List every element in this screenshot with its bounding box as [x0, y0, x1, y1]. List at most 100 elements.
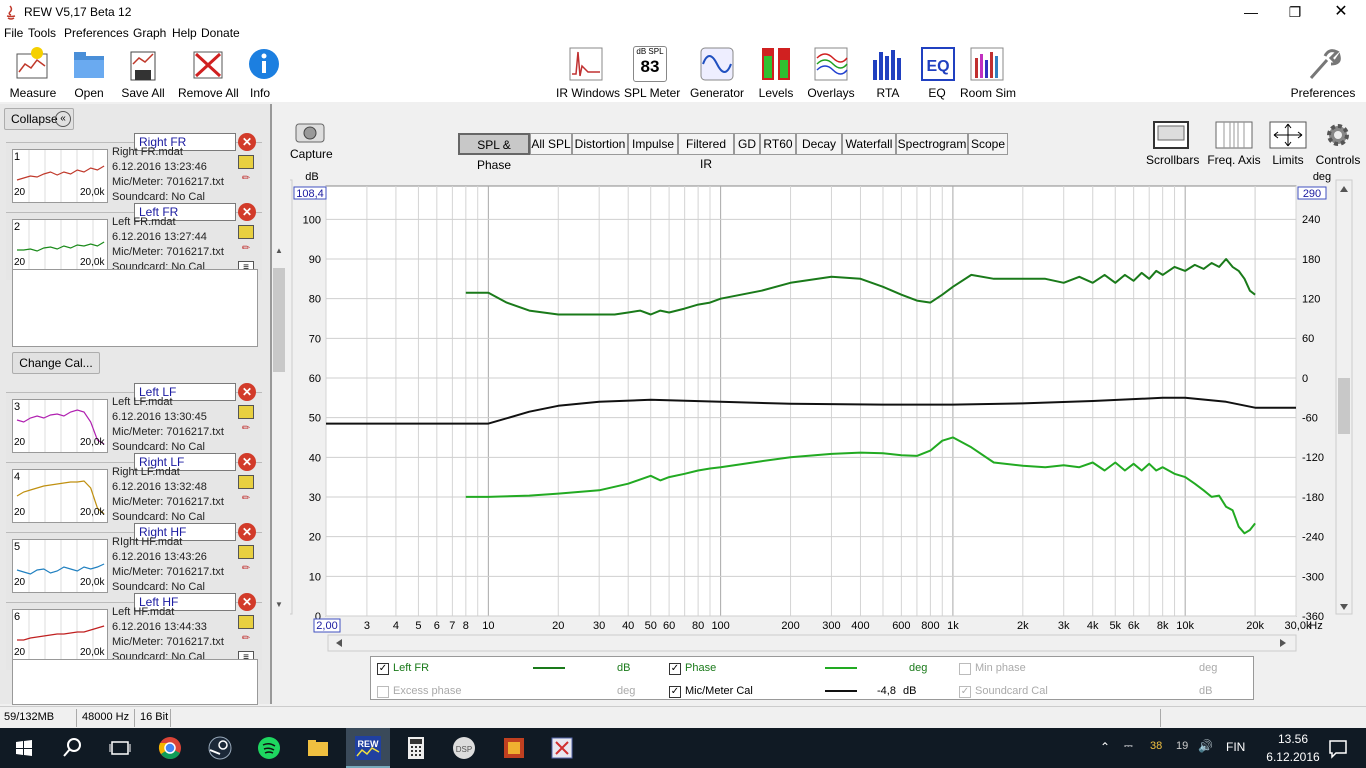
legend-checkbox[interactable]: ✓ — [669, 663, 681, 675]
restore-button[interactable]: ❐ — [1272, 0, 1318, 24]
levels-button[interactable]: Levels — [756, 46, 796, 100]
tray-temp-badge[interactable]: 38 — [1150, 740, 1162, 752]
limits-button[interactable]: Limits — [1266, 120, 1310, 167]
measurement-card[interactable]: 1 20 20,0k Right FR ✕ Right FR.mdat 6.12.2016 … — [6, 133, 262, 210]
tab-spl-phase[interactable]: SPL & Phase — [458, 133, 530, 172]
trace-color-icon[interactable]: ✏ — [238, 493, 254, 507]
notes-area-2[interactable] — [12, 659, 258, 705]
tab-gd[interactable]: GD — [734, 133, 760, 155]
spl-meter-button[interactable]: dB SPL 83 SPL Meter — [624, 46, 680, 100]
graph-canvas[interactable]: 1009080706050403020100240180120600-60-12… — [290, 168, 1366, 658]
tab-scope[interactable]: Scope — [968, 133, 1008, 155]
remove-measurement-icon[interactable]: ✕ — [238, 133, 256, 151]
graph-left-scrollbar[interactable] — [290, 179, 293, 615]
trace-color-icon[interactable]: ✏ — [238, 173, 254, 187]
task-view-icon[interactable] — [106, 734, 134, 762]
remove-measurement-icon[interactable]: ✕ — [238, 383, 256, 401]
legend-checkbox[interactable]: ✓ — [377, 663, 389, 675]
dsp-app-icon[interactable]: DSP — [450, 734, 478, 762]
measurement-card[interactable]: 4 20 20,0k Right LF ✕ Right LF.mdat 6.12.2016 … — [6, 453, 262, 530]
image-app-icon[interactable] — [500, 734, 528, 762]
scrollbars-button[interactable]: Scrollbars — [1146, 120, 1199, 167]
info-button[interactable]: Info — [246, 46, 279, 100]
graph-vertical-scroll-thumb[interactable] — [1338, 378, 1350, 434]
lock-icon[interactable] — [238, 155, 254, 169]
remove-all-button[interactable]: Remove All — [178, 46, 239, 100]
trace-color-icon[interactable]: ✏ — [238, 423, 254, 437]
sidebar-scroll-up-icon[interactable]: ▲ — [273, 246, 285, 258]
menu-tools[interactable]: Tools — [28, 26, 56, 40]
tab-distortion[interactable]: Distortion — [572, 133, 628, 155]
tab-impulse[interactable]: Impulse — [628, 133, 678, 155]
rta-button[interactable]: RTA — [870, 46, 906, 100]
lock-icon[interactable] — [238, 475, 254, 489]
legend-checkbox[interactable]: ✓ — [959, 686, 971, 698]
plot-area[interactable] — [325, 185, 1297, 617]
minimize-button[interactable]: — — [1228, 0, 1274, 24]
search-icon[interactable] — [58, 734, 86, 762]
chrome-icon[interactable] — [156, 734, 184, 762]
menu-graph[interactable]: Graph — [133, 26, 166, 40]
lock-icon[interactable] — [238, 225, 254, 239]
room-sim-button[interactable]: Room Sim — [960, 46, 1016, 100]
remove-measurement-icon[interactable]: ✕ — [238, 203, 256, 221]
clock-time[interactable]: 13.56 — [1268, 732, 1318, 746]
calculator-icon[interactable] — [402, 734, 430, 762]
tab-all-spl[interactable]: All SPL — [530, 133, 572, 155]
menu-help[interactable]: Help — [172, 26, 197, 40]
clock-date[interactable]: 6.12.2016 — [1258, 750, 1328, 764]
change-cal-button[interactable]: Change Cal... — [12, 352, 100, 374]
legend-checkbox[interactable]: ✓ — [669, 686, 681, 698]
collapse-button[interactable]: Collapse « — [4, 108, 74, 130]
lock-icon[interactable] — [238, 545, 254, 559]
legend-checkbox[interactable] — [959, 663, 971, 675]
notes-area[interactable] — [12, 269, 258, 347]
tray-chevron-icon[interactable]: ⌃ — [1100, 740, 1110, 754]
network-icon[interactable]: ⎓ — [1124, 740, 1133, 753]
tray-number-badge[interactable]: 19 — [1176, 740, 1188, 752]
preferences-button[interactable]: Preferences — [1290, 46, 1356, 100]
spotify-icon[interactable] — [255, 734, 283, 762]
tab-decay[interactable]: Decay — [796, 133, 842, 155]
volume-icon[interactable]: 🔊 — [1198, 739, 1213, 753]
freq-axis-button[interactable]: Freq. Axis — [1204, 120, 1264, 167]
remove-measurement-icon[interactable]: ✕ — [238, 593, 256, 611]
rew-taskbar-item[interactable]: REW — [346, 728, 390, 768]
close-button[interactable]: ✕ — [1318, 0, 1364, 24]
sidebar-scroll-thumb[interactable] — [273, 268, 285, 372]
graph-horizontal-scrollbar[interactable] — [327, 634, 1297, 652]
tab-waterfall[interactable]: Waterfall — [842, 133, 896, 155]
steam-icon[interactable] — [206, 734, 234, 762]
measure-button[interactable]: Measure — [8, 46, 58, 100]
measurement-card[interactable]: 3 20 20,0k Left LF ✕ Left LF.mdat 6.12.2016 13… — [6, 383, 262, 460]
snipping-tool-icon[interactable] — [548, 734, 576, 762]
menu-preferences[interactable]: Preferences — [64, 26, 129, 40]
measurement-card[interactable]: 5 20 20,0k Right HF ✕ RIght HF.mdat 6.12.2016 … — [6, 523, 262, 600]
remove-measurement-icon[interactable]: ✕ — [238, 523, 256, 541]
sidebar-scroll-down-icon[interactable]: ▼ — [273, 600, 285, 612]
eq-button[interactable]: EQ EQ — [920, 46, 955, 100]
language-indicator[interactable]: FIN — [1226, 740, 1245, 754]
save-all-button[interactable]: Save All — [120, 46, 166, 100]
menu-donate[interactable]: Donate — [201, 26, 240, 40]
open-button[interactable]: Open — [68, 46, 110, 100]
capture-button[interactable]: Capture — [290, 120, 333, 161]
trace-color-icon[interactable]: ✏ — [238, 563, 254, 577]
windows-start-icon[interactable] — [10, 734, 38, 762]
tab-spectrogram[interactable]: Spectrogram — [896, 133, 968, 155]
trace-color-icon[interactable]: ✏ — [238, 243, 254, 257]
ir-windows-button[interactable]: IR Windows — [556, 46, 620, 100]
controls-button[interactable]: Controls — [1314, 120, 1362, 167]
legend-checkbox[interactable] — [377, 686, 389, 698]
overlays-button[interactable]: Overlays — [806, 46, 856, 100]
tab-filtered-ir[interactable]: Filtered IR — [678, 133, 734, 171]
file-explorer-icon[interactable] — [304, 734, 332, 762]
remove-measurement-icon[interactable]: ✕ — [238, 453, 256, 471]
lock-icon[interactable] — [238, 405, 254, 419]
trace-color-icon[interactable]: ✏ — [238, 633, 254, 647]
generator-button[interactable]: Generator — [690, 46, 744, 100]
notifications-icon[interactable] — [1324, 734, 1352, 762]
menu-file[interactable]: File — [4, 26, 23, 40]
spl-phase-graph[interactable]: 100 90 80 70 60 50 40 30 20 10 0 240 180 120 60 0 -60 -12… — [290, 168, 1366, 658]
lock-icon[interactable] — [238, 615, 254, 629]
